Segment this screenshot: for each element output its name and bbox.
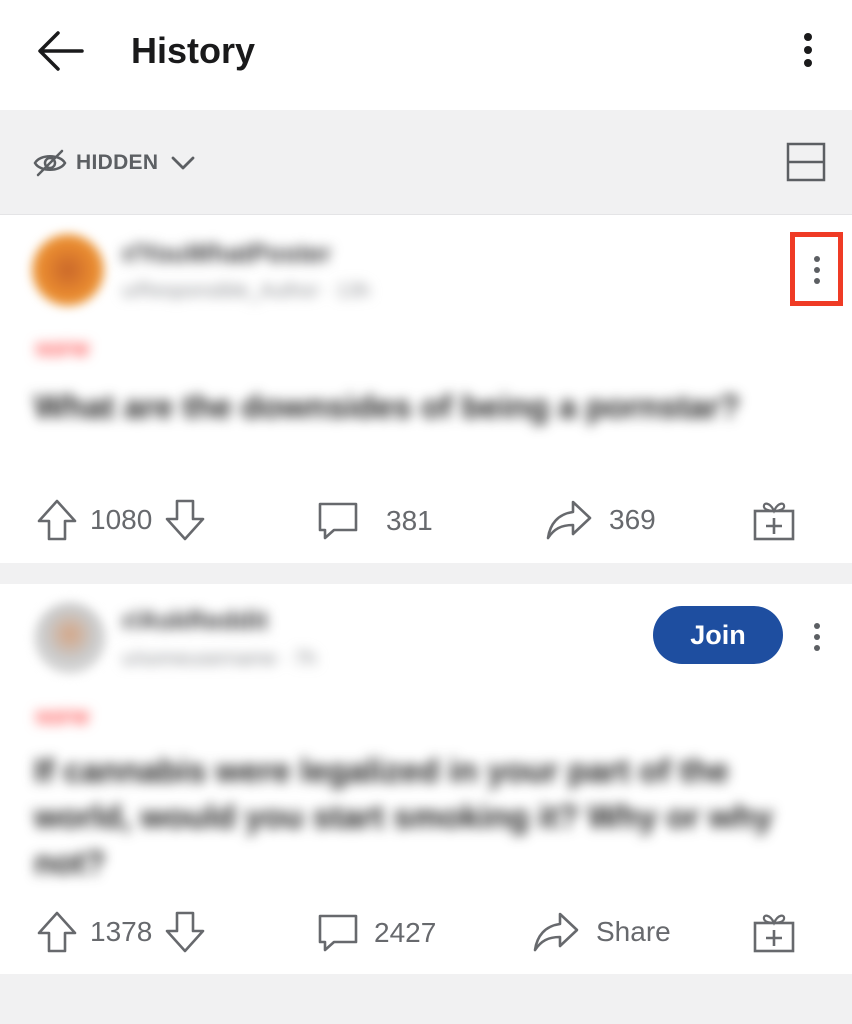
filter-dropdown[interactable]: HIDDEN [32, 140, 200, 186]
upvote-count: 1080 [90, 504, 153, 535]
back-button[interactable] [30, 20, 90, 80]
subreddit-avatar [34, 602, 106, 674]
upvote-arrow-icon[interactable] [36, 498, 78, 542]
card-layout-icon [786, 142, 826, 182]
post-meta: u/Responsible_Author · 13h [122, 280, 370, 302]
page-title: History [131, 30, 256, 71]
post-title[interactable]: What are the downsides of being a pornst… [34, 384, 794, 430]
subreddit-name[interactable]: r/AskReddit [122, 605, 268, 636]
chevron-down-icon [171, 156, 195, 170]
vertical-dots-icon [804, 33, 812, 67]
share-arrow-icon [546, 500, 592, 540]
comments-button[interactable]: 381 [316, 500, 433, 542]
nsfw-flair: NSFW [36, 708, 89, 728]
more-options-button[interactable] [790, 25, 826, 75]
upvote-count: 1378 [90, 916, 153, 947]
comment-icon [318, 914, 358, 952]
share-count: 369 [609, 504, 656, 535]
downvote-arrow-icon[interactable] [164, 910, 206, 954]
vertical-dots-icon [814, 623, 820, 651]
highlight-box [790, 232, 843, 306]
join-button[interactable]: Join [653, 606, 783, 664]
share-label: Share [596, 916, 671, 947]
gift-icon [753, 914, 795, 953]
vote-group: 1080 [36, 498, 206, 542]
downvote-arrow-icon[interactable] [164, 498, 206, 542]
vote-group: 1378 [36, 910, 206, 954]
post-meta: u/someusername · 7h [122, 648, 317, 670]
post-options-button[interactable] [799, 612, 835, 662]
share-button[interactable]: Share [532, 910, 671, 954]
award-button[interactable] [752, 910, 796, 954]
nsfw-flair: NSFW [36, 340, 89, 360]
eye-hidden-icon [33, 149, 67, 177]
share-arrow-icon [533, 912, 579, 952]
top-app-bar [0, 0, 852, 110]
comments-button[interactable]: 2427 [316, 912, 436, 954]
filter-label: HIDDEN [76, 151, 159, 174]
share-button[interactable]: 369 [545, 498, 656, 542]
arrow-left-icon [38, 31, 84, 71]
subreddit-avatar [32, 234, 104, 306]
comment-icon [318, 502, 358, 540]
award-button[interactable] [752, 498, 796, 542]
post-title[interactable]: If cannabis were legalized in your part … [34, 748, 794, 886]
comment-count: 381 [386, 505, 433, 536]
upvote-arrow-icon[interactable] [36, 910, 78, 954]
gift-icon [753, 502, 795, 541]
view-layout-button[interactable] [784, 140, 828, 184]
comment-count: 2427 [374, 917, 437, 948]
subreddit-name[interactable]: r/YouWhatPoster [122, 238, 331, 269]
